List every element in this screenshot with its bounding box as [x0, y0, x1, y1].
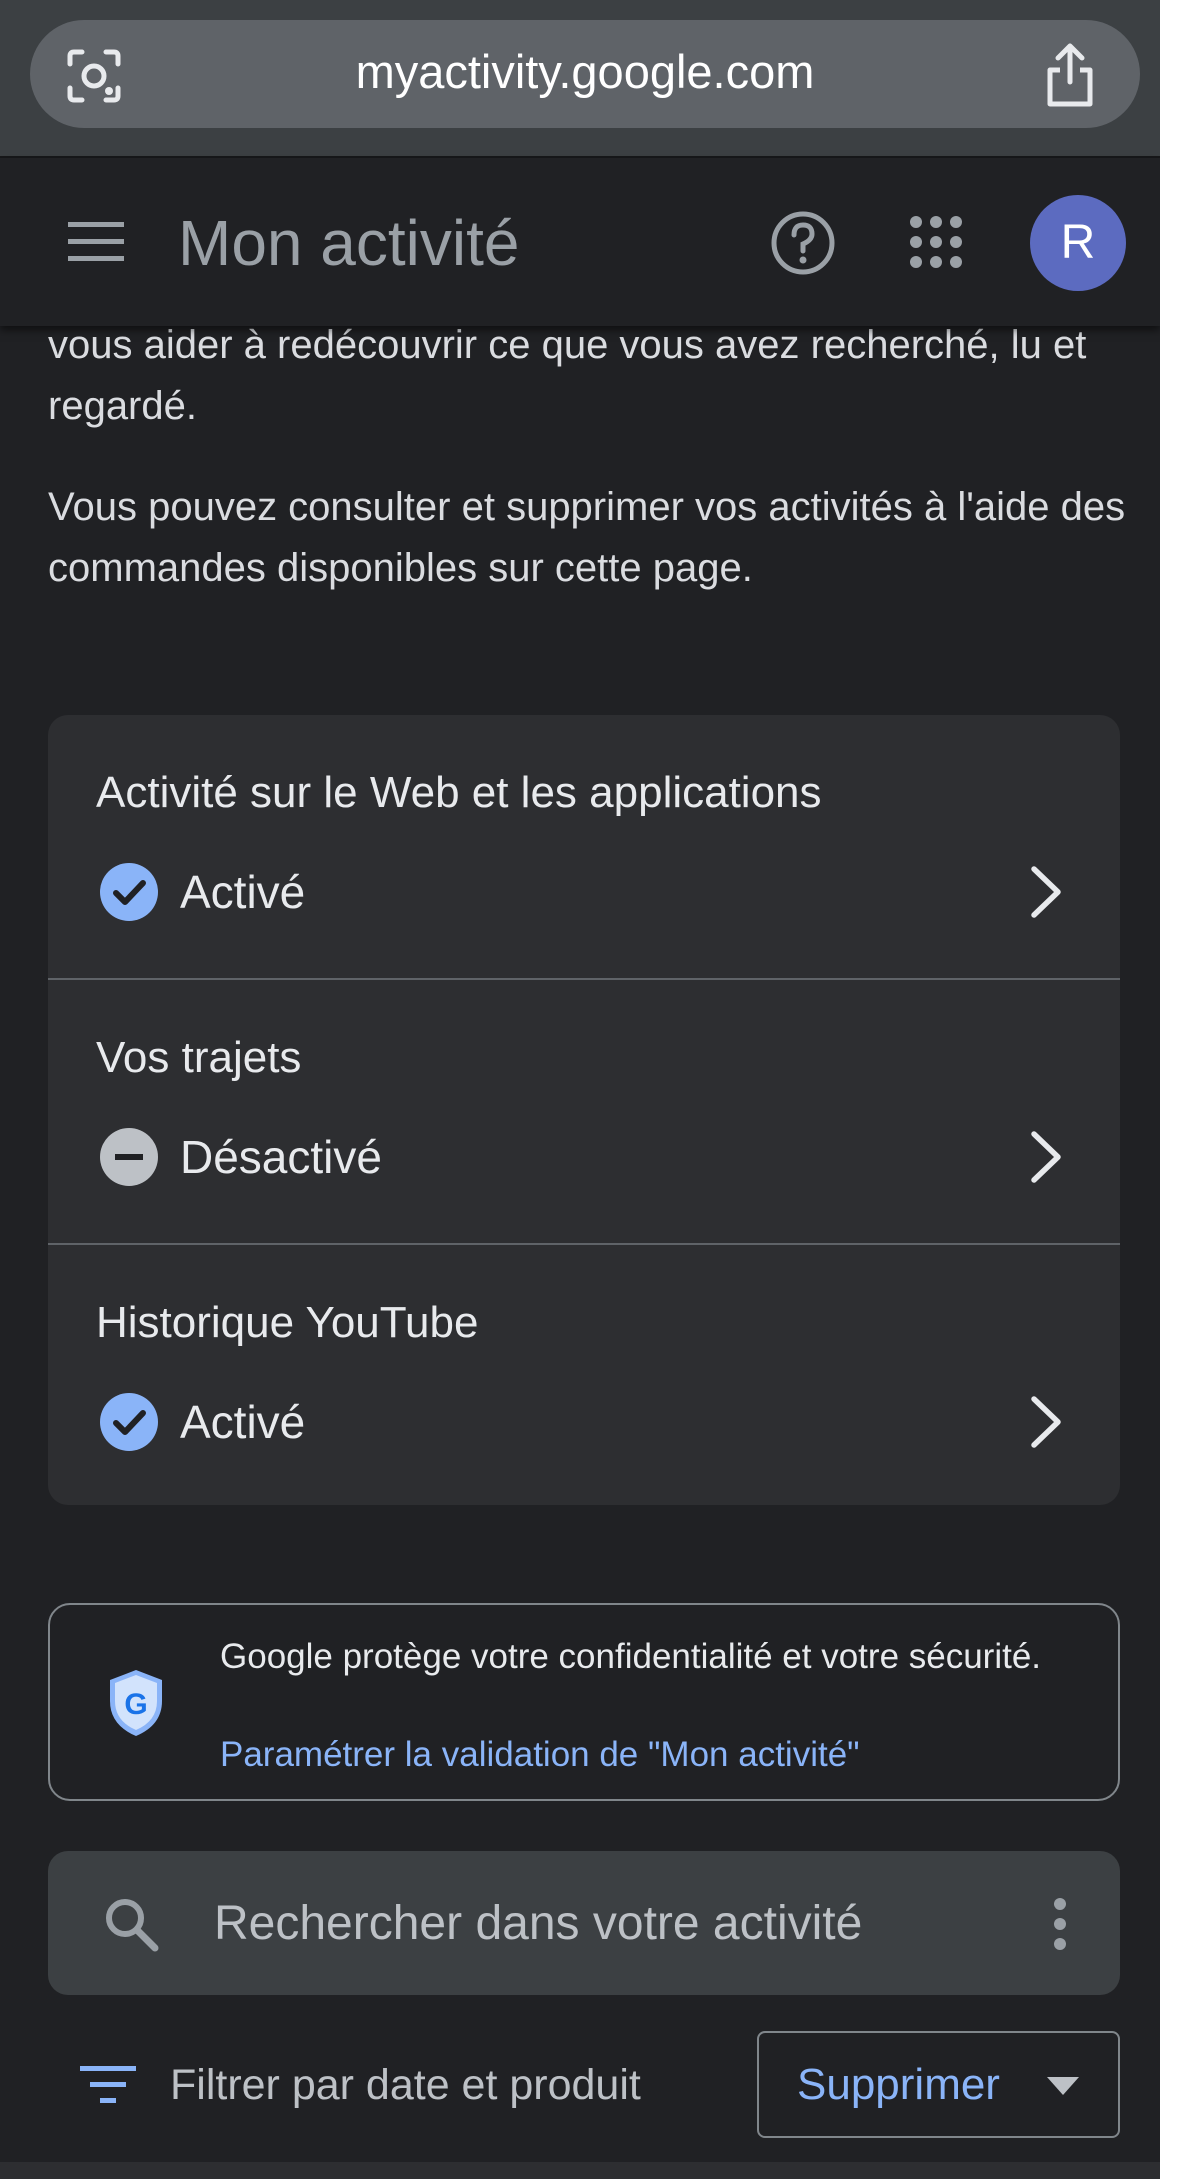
app-header: Mon activité R [0, 158, 1160, 326]
browser-address-bar: myactivity.google.com [0, 0, 1160, 158]
search-input[interactable] [214, 1891, 1014, 1955]
menu-icon[interactable] [66, 218, 126, 266]
check-circle-icon [100, 863, 158, 921]
url-text[interactable]: myactivity.google.com [160, 42, 1010, 102]
search-icon[interactable] [102, 1895, 160, 1953]
control-row-location-history[interactable]: Vos trajets Désactivé [48, 980, 1120, 1245]
control-status: Désactivé [180, 1131, 382, 1183]
screen: myactivity.google.com Mon activité R vou… [0, 0, 1160, 2179]
page-title: Mon activité [178, 207, 520, 279]
intro-paragraph: Vous pouvez consulter et supprimer vos a… [48, 485, 1126, 590]
control-status: Activé [180, 1396, 306, 1448]
intro-paragraph: vous aider à redécouvrir ce que vous ave… [48, 323, 1087, 428]
search-bar [48, 1851, 1120, 1995]
avatar[interactable]: R [1030, 195, 1126, 291]
control-title: Activité sur le Web et les applications [96, 768, 822, 817]
delete-button[interactable]: Supprimer [757, 2031, 1120, 2138]
bottom-edge [0, 2162, 1160, 2179]
control-status: Activé [180, 866, 306, 918]
check-circle-icon [100, 1393, 158, 1451]
privacy-text: Google protège votre confidentialité et … [220, 1637, 1042, 1676]
control-title: Vos trajets [96, 1033, 302, 1082]
delete-label: Supprimer [797, 2060, 1000, 2109]
svg-text:G: G [124, 1688, 147, 1721]
verification-settings-link[interactable]: Paramétrer la validation de "Mon activit… [220, 1731, 860, 1779]
activity-controls-card: Activité sur le Web et les applications … [48, 715, 1120, 1505]
apps-grid-icon[interactable] [908, 214, 964, 270]
more-vertical-icon[interactable] [1048, 1897, 1072, 1951]
minus-circle-icon [100, 1128, 158, 1186]
control-row-web-app-activity[interactable]: Activité sur le Web et les applications … [48, 715, 1120, 980]
chevron-right-icon [1031, 1396, 1061, 1448]
control-title: Historique YouTube [96, 1298, 479, 1347]
share-icon[interactable] [1040, 40, 1100, 110]
filter-label: Filtrer par date et produit [170, 2061, 641, 2109]
chevron-right-icon [1031, 1131, 1061, 1183]
help-icon[interactable] [770, 210, 836, 276]
shield-g-icon: G [110, 1670, 162, 1736]
dropdown-arrow-icon [1047, 2077, 1079, 2095]
control-row-youtube-history[interactable]: Historique YouTube Activé [48, 1245, 1120, 1505]
filter-icon [80, 2066, 136, 2103]
chevron-right-icon [1031, 866, 1061, 918]
lens-icon[interactable] [64, 46, 124, 106]
filter-button[interactable]: Filtrer par date et produit [80, 2050, 700, 2120]
privacy-notice-card: G Google protège votre confidentialité e… [48, 1603, 1120, 1801]
